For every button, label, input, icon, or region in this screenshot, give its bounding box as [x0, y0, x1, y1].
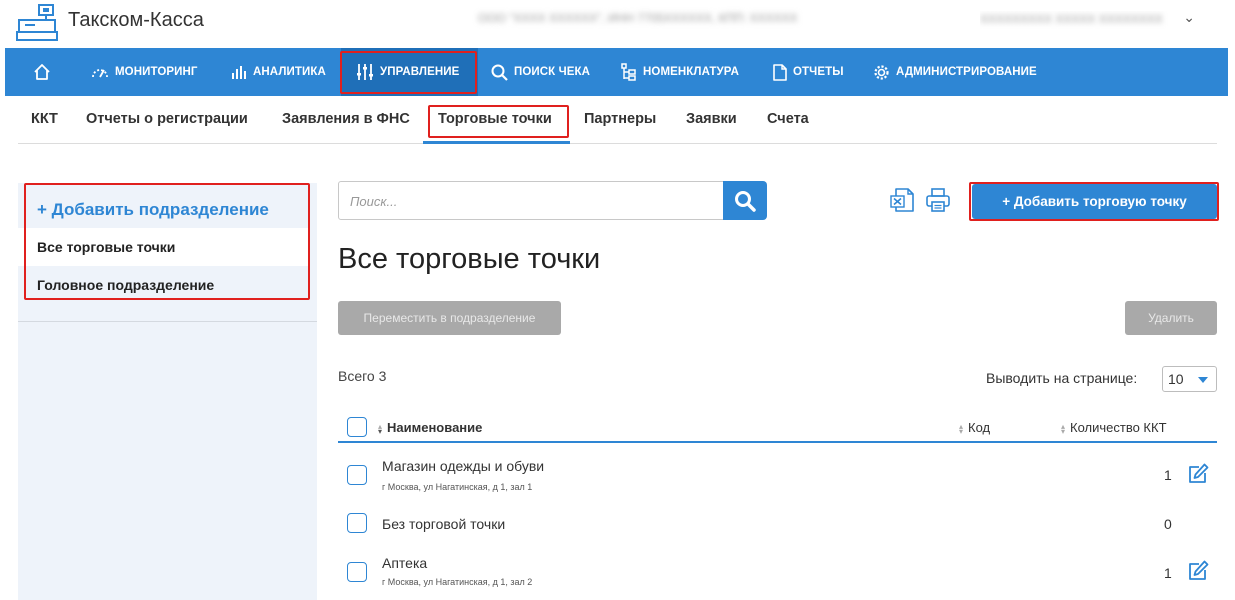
- table-row[interactable]: Аптека г Москва, ул Нагатинская, д 1, за…: [338, 547, 1217, 597]
- per-page-select[interactable]: 10: [1162, 366, 1217, 392]
- cash-register-logo-icon[interactable]: [16, 4, 58, 42]
- table-header: ▴ ▾ Наименование ▴ ▾ Код ▴ ▾ Количество ККТ: [338, 413, 1217, 443]
- nav-monitoring[interactable]: МОНИТОРИНГ: [91, 48, 198, 96]
- sidebar-item-all-points[interactable]: Все торговые точки: [18, 228, 309, 266]
- select-all-checkbox[interactable]: [347, 417, 367, 437]
- column-header-kkt-count[interactable]: ▴ ▾ Количество ККТ: [1059, 420, 1167, 435]
- caret-down-icon: [1198, 377, 1208, 383]
- edit-icon[interactable]: [1187, 560, 1209, 582]
- nav-label: ОТЧЕТЫ: [793, 66, 844, 78]
- nav-home[interactable]: [33, 48, 57, 96]
- table-row[interactable]: Магазин одежды и обуви г Москва, ул Нага…: [338, 450, 1217, 500]
- delete-button[interactable]: Удалить: [1125, 301, 1217, 335]
- bar-chart-icon: [232, 66, 246, 79]
- active-tab-indicator: [423, 141, 570, 144]
- row-name[interactable]: Аптека: [382, 555, 427, 571]
- sub-navigation: ККТ Отчеты о регистрации Заявления в ФНС…: [18, 96, 1217, 144]
- document-icon: [773, 63, 787, 81]
- nav-analytics[interactable]: АНАЛИТИКА: [231, 48, 326, 96]
- nav-nomenclature[interactable]: НОМЕНКЛАТУРА: [621, 48, 739, 96]
- row-kkt-count: 1: [1164, 565, 1172, 581]
- tab-kkt[interactable]: ККТ: [31, 111, 58, 127]
- nav-label: УПРАВЛЕНИЕ: [380, 66, 460, 78]
- sort-icon: ▴ ▾: [958, 421, 963, 436]
- edit-icon[interactable]: [1187, 463, 1209, 485]
- sliders-icon: [357, 64, 373, 80]
- app-title: Такском-Касса: [68, 9, 204, 31]
- organization-info: ООО "ХХХХ ХХХХХХ", ИНН 7705ХХХХХХ, КПП: …: [478, 11, 798, 25]
- per-page-value: 10: [1168, 371, 1184, 387]
- gear-icon: [874, 64, 889, 80]
- search-button[interactable]: [723, 181, 767, 220]
- row-name[interactable]: Магазин одежды и обуви: [382, 458, 544, 474]
- tab-invoices[interactable]: Счета: [767, 111, 809, 127]
- search-icon: [491, 64, 508, 81]
- row-address: г Москва, ул Нагатинская, д 1, зал 1: [382, 482, 533, 492]
- excel-export-icon[interactable]: [890, 187, 916, 213]
- search-input[interactable]: Поиск...: [338, 181, 726, 220]
- chevron-down-icon: ⌄: [1183, 11, 1195, 25]
- sidebar: + Добавить подразделение Все торговые то…: [18, 183, 317, 600]
- search-icon: [735, 190, 756, 212]
- total-count: Всего 3: [338, 368, 387, 384]
- tab-trading-points[interactable]: Торговые точки: [438, 111, 552, 127]
- main-navigation: МОНИТОРИНГ АНАЛИТИКА УПРАВЛЕНИЕ ПОИСК ЧЕ…: [5, 48, 1228, 96]
- page-title: Все торговые точки: [338, 243, 601, 275]
- nav-reports[interactable]: ОТЧЕТЫ: [773, 48, 844, 96]
- move-to-subdivision-button[interactable]: Переместить в подразделение: [338, 301, 561, 335]
- tab-fns-applications[interactable]: Заявления в ФНС: [282, 111, 410, 127]
- print-icon[interactable]: [925, 187, 951, 213]
- gauge-icon: [92, 69, 108, 78]
- home-icon: [34, 64, 50, 80]
- row-name[interactable]: Без торговой точки: [382, 516, 505, 532]
- add-trading-point-button[interactable]: + Добавить торговую точку: [972, 184, 1217, 219]
- hierarchy-icon: [621, 63, 636, 81]
- nav-label: АДМИНИСТРИРОВАНИЕ: [896, 66, 1037, 78]
- nav-label: АНАЛИТИКА: [253, 66, 326, 78]
- column-header-name[interactable]: ▴ ▾ Наименование: [376, 420, 482, 435]
- sidebar-divider: [18, 321, 317, 322]
- nav-label: ПОИСК ЧЕКА: [514, 66, 591, 78]
- nav-administration[interactable]: АДМИНИСТРИРОВАНИЕ: [873, 48, 1037, 96]
- tab-requests[interactable]: Заявки: [686, 111, 737, 127]
- top-header: Такском-Касса ООО "ХХХХ ХХХХХХ", ИНН 770…: [0, 0, 1235, 48]
- row-kkt-count: 0: [1164, 516, 1172, 532]
- table-row[interactable]: Без торговой точки 0: [338, 504, 1217, 544]
- per-page-label: Выводить на странице:: [986, 370, 1138, 386]
- user-name: ХХХХХХХХХ ХХХХХ ХХХХХХХХ: [980, 11, 1163, 26]
- row-address: г Москва, ул Нагатинская, д 1, зал 2: [382, 577, 533, 587]
- nav-label: НОМЕНКЛАТУРА: [643, 66, 739, 78]
- add-subdivision-button[interactable]: + Добавить подразделение: [18, 183, 309, 227]
- user-menu[interactable]: ХХХХХХХХХ ХХХХХ ХХХХХХХХ ⌄: [980, 11, 1195, 29]
- sidebar-item-head-division[interactable]: Головное подразделение: [18, 266, 309, 304]
- nav-management[interactable]: УПРАВЛЕНИЕ: [341, 48, 478, 96]
- sort-icon: ▴ ▾: [1060, 421, 1065, 436]
- row-checkbox[interactable]: [347, 513, 367, 533]
- row-checkbox[interactable]: [347, 562, 367, 582]
- row-checkbox[interactable]: [347, 465, 367, 485]
- row-kkt-count: 1: [1164, 467, 1172, 483]
- tab-registration-reports[interactable]: Отчеты о регистрации: [86, 111, 248, 127]
- sort-desc-icon: ▴ ▾: [377, 421, 382, 436]
- tab-partners[interactable]: Партнеры: [584, 111, 656, 127]
- column-header-code[interactable]: ▴ ▾ Код: [957, 420, 990, 435]
- nav-label: МОНИТОРИНГ: [115, 66, 198, 78]
- nav-receipt-search[interactable]: ПОИСК ЧЕКА: [491, 48, 590, 96]
